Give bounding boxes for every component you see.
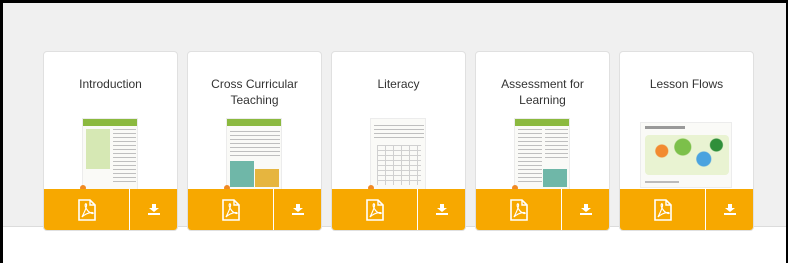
thumbnail-header-band <box>83 119 137 126</box>
document-thumbnail[interactable] <box>640 122 732 188</box>
pdf-file-icon <box>221 198 240 221</box>
thumbnail-caption <box>645 126 685 129</box>
view-pdf-button[interactable] <box>620 189 706 230</box>
card-title: Assessment for Learning <box>501 77 584 107</box>
card-title: Lesson Flows <box>649 77 724 91</box>
document-thumbnail[interactable] <box>514 118 570 190</box>
pdf-file-icon <box>509 198 528 221</box>
view-pdf-button[interactable] <box>476 189 562 230</box>
card-actions <box>332 189 465 230</box>
thumbnail-text-lines <box>230 131 280 159</box>
download-button[interactable] <box>418 189 465 230</box>
download-icon <box>147 204 160 215</box>
resource-card-cross-curricular-teaching: Cross Curricular Teaching <box>187 51 322 231</box>
download-button[interactable] <box>562 189 609 230</box>
resource-card-assessment-for-learning: Assessment for Learning <box>475 51 610 231</box>
thumbnail-footer <box>645 181 679 183</box>
thumbnail-header-band <box>227 119 281 126</box>
document-thumbnail[interactable] <box>226 118 282 190</box>
thumbnail-board-game <box>645 135 729 175</box>
download-icon <box>579 204 592 215</box>
thumbnail-header-band <box>515 119 569 126</box>
thumbnail-text-lines <box>518 129 542 185</box>
thumbnail-picture <box>255 169 279 187</box>
thumbnail-picture <box>543 169 567 187</box>
resource-card-introduction: Introduction <box>43 51 178 231</box>
download-button[interactable] <box>706 189 753 230</box>
pdf-file-icon <box>365 198 384 221</box>
view-pdf-button[interactable] <box>332 189 418 230</box>
card-title: Literacy <box>377 77 420 91</box>
card-actions <box>188 189 321 230</box>
download-icon <box>435 204 448 215</box>
card-title: Cross Curricular Teaching <box>211 77 298 107</box>
pdf-file-icon <box>77 198 96 221</box>
view-pdf-button[interactable] <box>188 189 274 230</box>
pdf-file-icon <box>653 198 672 221</box>
resource-card-lesson-flows: Lesson Flows <box>619 51 754 231</box>
view-pdf-button[interactable] <box>44 189 130 230</box>
resource-card-list: Introduction Cross Curricular Teaching L… <box>43 51 754 231</box>
download-button[interactable] <box>274 189 321 230</box>
download-button[interactable] <box>130 189 177 230</box>
thumbnail-highlight-box <box>86 129 110 169</box>
card-actions <box>620 189 753 230</box>
document-thumbnail[interactable] <box>82 118 138 190</box>
resource-card-literacy: Literacy <box>331 51 466 231</box>
thumbnail-text-lines <box>113 129 136 185</box>
document-thumbnail[interactable] <box>370 118 426 190</box>
thumbnail-picture <box>230 161 254 187</box>
download-icon <box>723 204 736 215</box>
thumbnail-text-lines <box>545 129 568 159</box>
card-actions <box>476 189 609 230</box>
thumbnail-text-lines <box>374 125 424 141</box>
resources-panel: Introduction Cross Curricular Teaching L… <box>3 3 786 231</box>
download-icon <box>291 204 304 215</box>
thumbnail-table <box>377 145 421 185</box>
card-title: Introduction <box>79 77 142 91</box>
card-actions <box>44 189 177 230</box>
